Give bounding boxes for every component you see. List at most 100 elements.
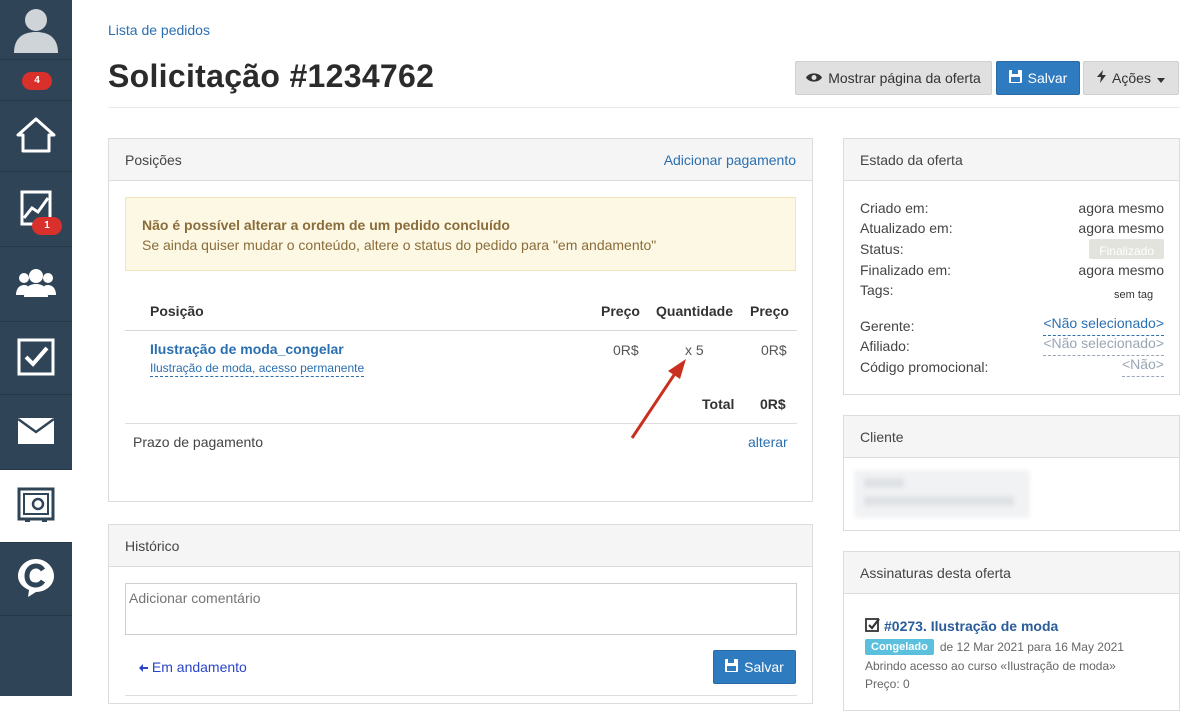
col-position: Posição bbox=[150, 303, 204, 319]
analytics-badge: 1 bbox=[32, 217, 62, 235]
finished-value: agora mesmo bbox=[1078, 262, 1164, 278]
positions-panel-header: Posições Adicionar pagamento bbox=[109, 139, 812, 181]
safe-icon bbox=[17, 487, 55, 526]
item-row-total: 0R$ bbox=[761, 342, 787, 358]
arrow-left-icon bbox=[139, 659, 152, 675]
total-value: 0R$ bbox=[760, 396, 786, 412]
affiliate-label: Afiliado: bbox=[860, 338, 910, 354]
add-payment-link[interactable]: Adicionar pagamento bbox=[664, 152, 796, 168]
finished-row: Finalizado em: agora mesmo bbox=[860, 260, 1164, 280]
updated-label: Atualizado em: bbox=[860, 220, 953, 236]
status-in-progress-label: Em andamento bbox=[151, 659, 247, 675]
positions-panel: Posições Adicionar pagamento Não é possí… bbox=[108, 138, 813, 502]
annotation-arrow bbox=[630, 359, 686, 439]
main-content: Lista de pedidos Solicitação #1234762 Mo… bbox=[72, 0, 1200, 711]
check-square-icon bbox=[865, 617, 880, 635]
affiliate-select[interactable]: <Não selecionado> bbox=[1043, 336, 1164, 356]
col-price: Preço bbox=[601, 303, 640, 319]
history-title: Histórico bbox=[125, 537, 180, 554]
offer-state-title: Estado da oferta bbox=[860, 151, 963, 168]
updated-row: Atualizado em: agora mesmo bbox=[860, 218, 1164, 238]
sidebar-avatar[interactable] bbox=[0, 0, 72, 60]
created-label: Criado em: bbox=[860, 200, 929, 216]
manager-label: Gerente: bbox=[860, 318, 915, 334]
manager-select[interactable]: <Não selecionado> bbox=[1043, 316, 1164, 336]
comment-textarea[interactable] bbox=[125, 583, 797, 635]
sidebar-item-logo[interactable] bbox=[0, 543, 72, 616]
offer-state-header: Estado da oferta bbox=[844, 139, 1179, 181]
tags-label: Tags: bbox=[860, 282, 894, 298]
subscription-status-row: Congelado de 12 Mar 2021 para 16 May 202… bbox=[865, 639, 1124, 655]
tags-value[interactable]: sem tag bbox=[1114, 289, 1153, 301]
history-save-label: Salvar bbox=[744, 659, 784, 675]
sidebar-item-mail[interactable] bbox=[0, 395, 72, 470]
client-panel-header: Cliente bbox=[844, 416, 1179, 458]
item-subtitle-link[interactable]: Ilustração de moda, acesso permanente bbox=[150, 361, 365, 377]
subscription-period: de 12 Mar 2021 para 16 May 2021 bbox=[939, 640, 1124, 654]
header-save-button[interactable]: Salvar bbox=[996, 61, 1080, 95]
notification-badge: 4 bbox=[22, 72, 52, 90]
promo-select[interactable]: <Não> bbox=[1121, 357, 1164, 377]
subscription-price: Preço: 0 bbox=[865, 677, 910, 691]
history-save-button[interactable]: Salvar bbox=[713, 650, 796, 684]
subscriptions-title: Assinaturas desta oferta bbox=[860, 564, 1011, 581]
bolt-icon bbox=[1097, 70, 1107, 86]
item-name-link[interactable]: Ilustração de moda_congelar bbox=[150, 341, 344, 357]
promo-label: Código promocional: bbox=[860, 359, 989, 375]
updated-value: agora mesmo bbox=[1078, 220, 1164, 236]
subscription-title-link[interactable]: #0273. Ilustração de moda bbox=[884, 618, 1058, 634]
header-save-label: Salvar bbox=[1027, 70, 1068, 86]
col-price-total: Preço bbox=[750, 303, 789, 319]
history-panel: Histórico Em andamento Salvar bbox=[108, 524, 813, 704]
alert-text: Se ainda quiser mudar o conteúdo, altere… bbox=[142, 237, 657, 253]
status-badge: Finalizado bbox=[1089, 239, 1164, 259]
title-divider bbox=[108, 107, 1180, 108]
subscription-item: #0273. Ilustração de moda bbox=[865, 617, 1058, 635]
eye-icon bbox=[806, 70, 823, 86]
col-quantity: Quantidade bbox=[656, 303, 734, 319]
payment-deadline-label: Prazo de pagamento bbox=[133, 434, 263, 450]
show-offer-page-button[interactable]: Mostrar página da oferta bbox=[795, 61, 992, 95]
sidebar-item-home[interactable] bbox=[0, 100, 72, 172]
user-avatar-icon bbox=[11, 3, 61, 56]
created-row: Criado em: agora mesmo bbox=[860, 198, 1164, 218]
table-header-divider bbox=[125, 330, 797, 331]
created-value: agora mesmo bbox=[1078, 200, 1164, 216]
status-in-progress-link[interactable]: Em andamento bbox=[139, 659, 247, 675]
floppy-icon bbox=[1008, 70, 1022, 86]
total-divider bbox=[125, 423, 797, 424]
checkbox-icon bbox=[17, 338, 55, 379]
status-label: Status: bbox=[860, 241, 904, 257]
sidebar-item-safe[interactable] bbox=[0, 470, 72, 543]
status-row: Status: Finalizado bbox=[860, 239, 1164, 259]
sidebar: 4 1 bbox=[0, 0, 72, 696]
history-panel-header: Histórico bbox=[109, 525, 812, 567]
offer-state-panel: Estado da oferta Criado em: agora mesmo … bbox=[843, 138, 1180, 395]
finished-label: Finalizado em: bbox=[860, 262, 952, 278]
total-label: Total bbox=[702, 396, 735, 412]
client-info-blurred[interactable] bbox=[854, 470, 1030, 518]
home-icon bbox=[16, 117, 56, 156]
promo-row: Código promocional: <Não> bbox=[860, 357, 1164, 377]
users-icon bbox=[16, 267, 56, 302]
show-offer-page-label: Mostrar página da oferta bbox=[828, 70, 981, 86]
sidebar-item-users[interactable] bbox=[0, 247, 72, 322]
subscriptions-panel-header: Assinaturas desta oferta bbox=[844, 552, 1179, 594]
sidebar-item-tasks[interactable] bbox=[0, 322, 72, 395]
frozen-badge: Congelado bbox=[865, 639, 934, 655]
actions-dropdown-button[interactable]: Ações bbox=[1083, 61, 1179, 95]
change-deadline-link[interactable]: alterar bbox=[748, 434, 788, 450]
alert-title: Não é possível alterar a ordem de um ped… bbox=[142, 217, 510, 233]
breadcrumb-orders-list[interactable]: Lista de pedidos bbox=[108, 22, 210, 38]
client-title: Cliente bbox=[860, 428, 904, 445]
subscriptions-panel: Assinaturas desta oferta #0273. Ilustraç… bbox=[843, 551, 1180, 711]
page-title: Solicitação #1234762 bbox=[108, 58, 435, 94]
floppy-icon bbox=[725, 659, 739, 675]
subscription-description: Abrindo acesso ao curso «Ilustração de m… bbox=[865, 659, 1116, 673]
sidebar-item-analytics[interactable] bbox=[0, 172, 72, 247]
positions-title: Posições bbox=[125, 151, 182, 168]
mail-icon bbox=[17, 417, 55, 447]
logo-icon bbox=[16, 557, 56, 602]
actions-label: Ações bbox=[1112, 70, 1151, 86]
manager-row: Gerente: <Não selecionado> bbox=[860, 316, 1164, 336]
